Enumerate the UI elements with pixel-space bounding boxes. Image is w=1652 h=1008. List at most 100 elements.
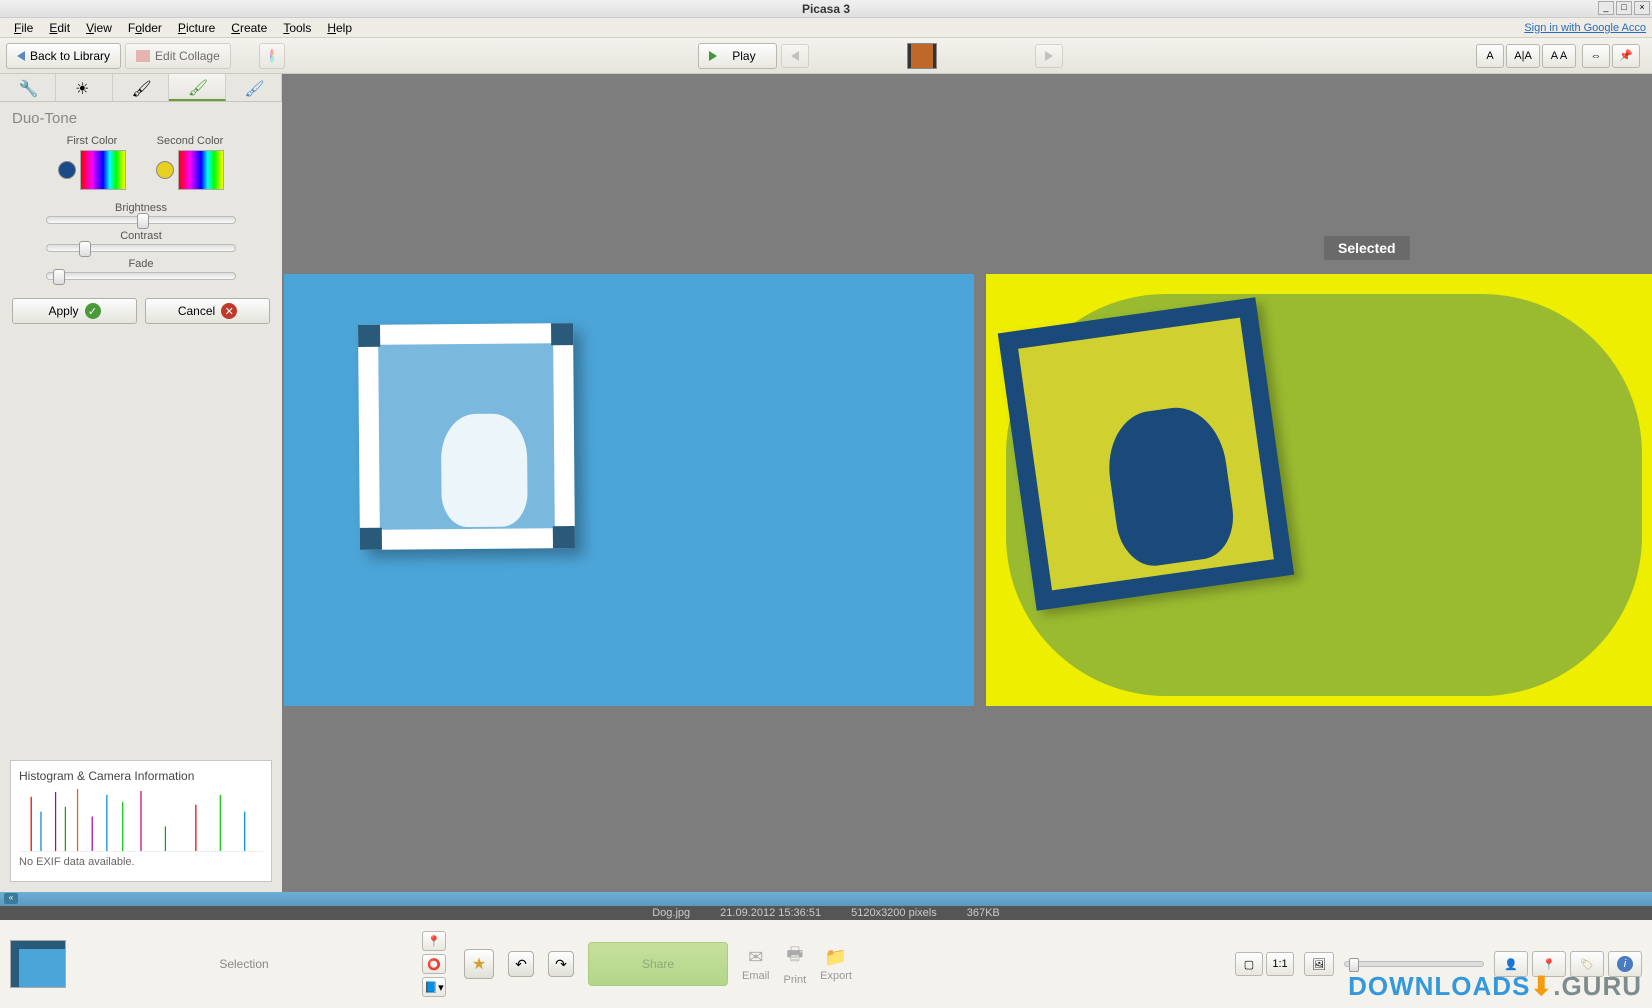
photo-card [998,297,1294,610]
maximize-button[interactable]: □ [1616,1,1632,15]
brush-green-icon: 🖌 [188,78,206,96]
title-bar: Picasa 3 _ □ × [0,0,1652,18]
contrast-label: Contrast [12,230,270,242]
next-button [1035,44,1063,68]
edit-collage-label: Edit Collage [155,49,220,63]
menu-tools[interactable]: Tools [275,19,319,37]
brush-icon: 🖌 [132,79,150,97]
histogram-chart [19,787,263,852]
rotate-right-button[interactable]: ↷ [548,951,574,977]
rotate-left-button[interactable]: ↶ [508,951,534,977]
effect-tabs: 🔧 ☀ 🖌 🖌 🖌 [0,74,282,102]
photo-tray: Selection 📍 ⭕ 📘▾ ★ ↶ ↷ Share ✉ Email 🖶 P… [0,920,1652,1008]
left-panel: 🔧 ☀ 🖌 🖌 🖌 Duo-Tone First Color Second Co… [0,74,282,892]
view-actual-button[interactable]: 1:1 [1266,952,1294,976]
photo-frame [358,323,575,550]
menu-view[interactable]: View [78,19,120,37]
check-icon: ✓ [85,303,101,319]
brightness-slider[interactable] [46,216,236,224]
person-icon: 👤 [1504,958,1518,971]
selected-badge: Selected [1324,236,1410,260]
tray-collapse-bar[interactable]: « [0,892,1652,906]
star-icon: ★ [472,954,486,974]
clear-icon: ⭕ [427,958,441,971]
prev-button [781,44,809,68]
arrow-left-icon [791,51,799,61]
pin-button[interactable]: 📌 [1612,44,1640,68]
photo-viewer-button[interactable]: 🖼 [1304,952,1334,976]
collage-icon [136,50,150,62]
second-color-swatch[interactable] [156,161,174,179]
caption-aa-button[interactable]: A|A [1506,44,1540,68]
main-area: 🔧 ☀ 🖌 🖌 🖌 Duo-Tone First Color Second Co… [0,74,1652,892]
play-icon [709,51,717,61]
play-button[interactable]: Play [698,43,776,69]
menu-bar: File Edit View Folder Picture Create Too… [0,18,1652,38]
selection-label: Selection [74,957,414,971]
tab-effects1[interactable]: 🖌 [113,74,169,101]
brush-blue-icon: 🖌 [244,79,262,97]
arrow-right-icon [1045,51,1053,61]
watermark: DOWNLOADS⬇.GURU [1348,971,1642,1002]
info-icon: i [1617,956,1633,972]
collapse-handle-icon[interactable]: « [4,893,18,904]
menu-folder[interactable]: Folder [120,19,170,37]
menu-help[interactable]: Help [319,19,360,37]
menu-edit[interactable]: Edit [41,19,78,37]
watermark-part1: DOWNLOADS [1348,971,1530,1001]
export-button[interactable]: 📁 Export [820,947,852,982]
tab-effects3[interactable]: 🖌 [226,74,282,101]
email-label: Email [742,970,770,982]
apply-label: Apply [48,304,78,318]
caption-a-button[interactable]: A [1476,44,1504,68]
view-single-button[interactable]: ▢ [1235,952,1263,976]
apply-button[interactable]: Apply ✓ [12,298,137,324]
print-label: Print [784,974,807,986]
color-wheel-icon [270,49,274,63]
back-to-library-label: Back to Library [30,49,110,63]
preview-image-right[interactable] [986,274,1652,706]
email-icon: ✉ [748,947,763,968]
first-color-swatch[interactable] [58,161,76,179]
menu-create[interactable]: Create [223,19,275,37]
cancel-button[interactable]: Cancel ✕ [145,298,270,324]
zoom-slider[interactable] [1344,961,1484,967]
star-button[interactable]: ★ [464,949,494,979]
add-to-button[interactable]: 📘▾ [422,977,446,997]
print-button[interactable]: 🖶 Print [784,942,807,986]
email-button[interactable]: ✉ Email [742,947,770,982]
status-filename: Dog.jpg [652,907,690,919]
fade-label: Fade [12,258,270,270]
preview-image-left[interactable] [284,274,974,706]
first-color-label: First Color [58,135,126,147]
tab-effects2[interactable]: 🖌 [169,74,225,101]
fade-slider[interactable] [46,272,236,280]
back-to-library-button[interactable]: Back to Library [6,43,121,69]
caption-aa2-button[interactable]: A A [1542,44,1576,68]
close-button[interactable]: × [1634,1,1650,15]
color-tool-button [259,43,285,69]
first-color-picker[interactable] [80,150,126,190]
minimize-button[interactable]: _ [1598,1,1614,15]
hold-button[interactable]: 📍 [422,931,446,951]
second-color-picker[interactable] [178,150,224,190]
effect-panel: Duo-Tone First Color Second Color [0,102,282,332]
tab-basic-fixes[interactable]: 🔧 [0,74,56,101]
clear-button[interactable]: ⭕ [422,954,446,974]
sign-in-link[interactable]: Sign in with Google Acco [1524,22,1646,34]
tab-tuning[interactable]: ☀ [56,74,112,101]
share-label: Share [642,957,674,971]
edit-collage-button: Edit Collage [125,43,231,69]
menu-file[interactable]: File [6,19,41,37]
fit-button[interactable]: ⇔ [1582,44,1610,68]
export-icon: 📁 [825,947,847,968]
menu-picture[interactable]: Picture [170,19,223,37]
cross-icon: ✕ [221,303,237,319]
rotate-right-icon: ↷ [555,956,567,973]
contrast-slider[interactable] [46,244,236,252]
filmstrip-thumb[interactable] [907,43,937,69]
share-button[interactable]: Share [588,942,728,986]
status-filesize: 367KB [967,907,1000,919]
histogram-title: Histogram & Camera Information [19,769,263,783]
tray-thumbnail[interactable] [10,940,66,988]
